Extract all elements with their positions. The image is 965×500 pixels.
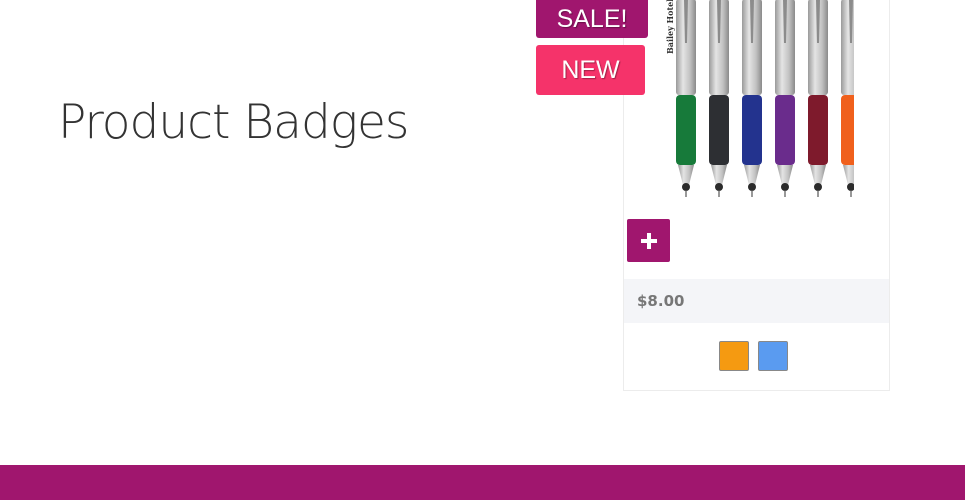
footer-bar — [0, 465, 965, 500]
product-price: $8.00 — [637, 292, 685, 310]
color-swatches — [719, 341, 788, 371]
add-to-cart-button[interactable] — [627, 219, 670, 262]
price-bar: $8.00 — [624, 279, 889, 323]
product-card: Bailey Hotel $8.00 — [623, 0, 890, 391]
new-badge-label: NEW — [561, 56, 620, 84]
sale-badge: SALE! — [536, 0, 648, 38]
pen — [808, 0, 828, 197]
pen — [742, 0, 762, 197]
swatch-blue[interactable] — [758, 341, 788, 371]
product-image[interactable]: Bailey Hotel — [654, 0, 854, 201]
plus-icon — [640, 232, 657, 249]
page: Product Badges Bailey Hotel $8.00 SALE! … — [0, 0, 965, 500]
swatch-orange[interactable] — [719, 341, 749, 371]
pen-group — [676, 0, 854, 197]
pen — [841, 0, 854, 197]
pen — [676, 0, 696, 197]
pen — [709, 0, 729, 197]
section-title: Product Badges — [58, 95, 409, 150]
new-badge: NEW — [536, 45, 645, 95]
imprint-text: Bailey Hotel — [665, 0, 675, 54]
pen — [775, 0, 795, 197]
sale-badge-label: SALE! — [556, 5, 628, 33]
